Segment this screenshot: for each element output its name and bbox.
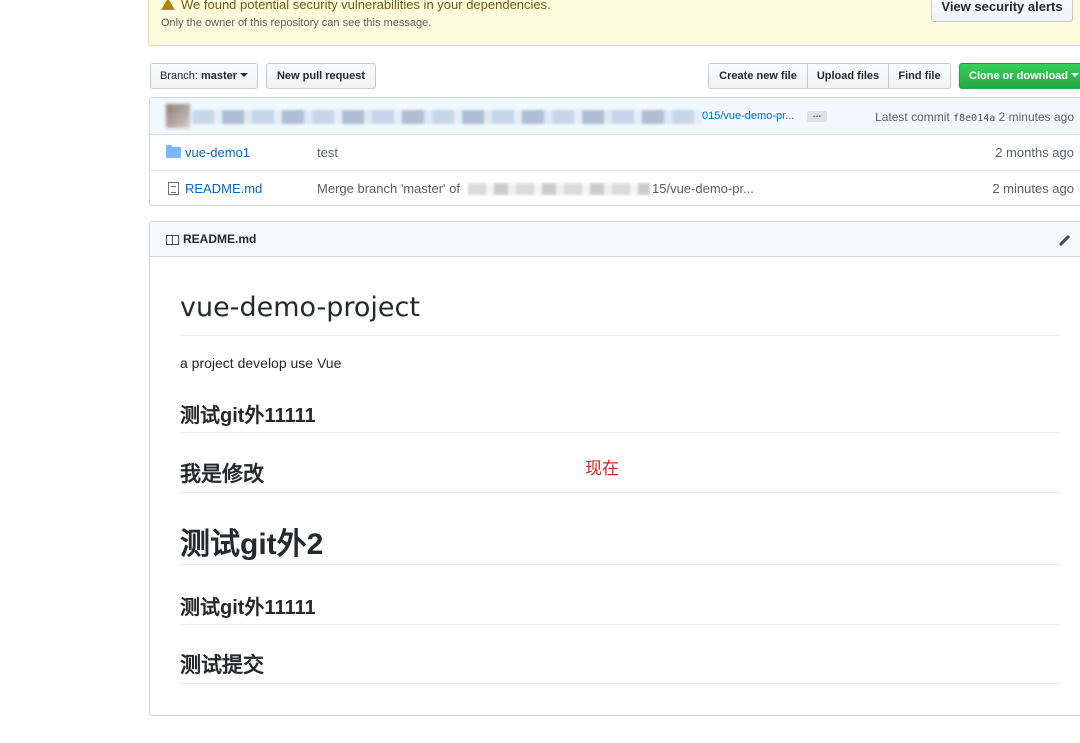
file-commit-message[interactable]: Merge branch 'master' of xyxy=(317,181,460,196)
commit-sha-link[interactable]: f8e014a xyxy=(953,113,995,124)
file-name-link[interactable]: README.md xyxy=(185,181,262,196)
readme-heading: 测试git外11111 xyxy=(180,399,1060,433)
find-file-button[interactable]: Find file xyxy=(888,63,951,89)
readme-title: README.md xyxy=(183,232,257,246)
branch-select-button[interactable]: Branch: master xyxy=(150,63,258,89)
new-pull-request-button[interactable]: New pull request xyxy=(266,63,376,89)
chevron-down-icon xyxy=(1071,73,1079,77)
readme-heading: 测试提交 xyxy=(180,649,1060,684)
commit-message-link[interactable]: 015/vue-demo-pr... xyxy=(702,110,794,122)
file-age: 2 months ago xyxy=(995,145,1074,160)
alert-subtitle: Only the owner of this repository can se… xyxy=(161,17,432,29)
latest-commit-info: Latest commit f8e014a 2 minutes ago xyxy=(875,110,1074,124)
clone-label: Clone or download xyxy=(969,70,1068,82)
redacted-commit-text xyxy=(468,183,650,195)
redacted-commit-text xyxy=(192,110,702,124)
table-row: README.md Merge branch 'master' of 15/vu… xyxy=(150,170,1080,205)
file-name-link[interactable]: vue-demo1 xyxy=(185,145,250,160)
create-new-file-button[interactable]: Create new file xyxy=(708,63,808,89)
file-icon xyxy=(168,182,179,195)
latest-commit-bar: 015/vue-demo-pr... … Latest commit f8e01… xyxy=(150,98,1080,135)
avatar[interactable] xyxy=(166,104,190,128)
readme-heading: 测试git外11111 xyxy=(180,591,1060,625)
alert-title-text: We found potential security vulnerabilit… xyxy=(181,0,551,12)
clone-or-download-button[interactable]: Clone or download xyxy=(959,63,1080,89)
security-alert-banner: We found potential security vulnerabilit… xyxy=(148,0,1080,46)
readme-heading: 测试git外2 xyxy=(180,519,1060,565)
pencil-icon[interactable] xyxy=(1058,234,1071,247)
readme-paragraph: a project develop use Vue xyxy=(180,355,342,371)
file-age: 2 minutes ago xyxy=(992,181,1074,196)
readme-h1: vue-demo-project xyxy=(180,292,1060,336)
view-security-alerts-button[interactable]: View security alerts xyxy=(931,0,1073,22)
branch-prefix: Branch: xyxy=(159,70,198,82)
book-icon xyxy=(166,235,179,245)
commit-age: 2 minutes ago xyxy=(998,110,1074,124)
alert-title: We found potential security vulnerabilit… xyxy=(161,0,551,12)
file-table: 015/vue-demo-pr... … Latest commit f8e01… xyxy=(149,97,1080,206)
branch-name: master xyxy=(200,70,238,82)
file-commit-message-suffix[interactable]: 15/vue-demo-pr... xyxy=(652,181,754,196)
readme-heading: 我是修改 xyxy=(180,458,1060,493)
red-annotation-text: 现在 xyxy=(585,459,619,478)
file-commit-message[interactable]: test xyxy=(317,145,338,160)
readme-header: README.md xyxy=(150,222,1080,257)
chevron-down-icon xyxy=(240,73,249,77)
upload-files-button[interactable]: Upload files xyxy=(807,63,889,89)
folder-icon xyxy=(166,145,181,158)
warning-icon xyxy=(161,0,175,10)
table-row: vue-demo1 test 2 months ago xyxy=(150,135,1080,170)
latest-commit-label: Latest commit xyxy=(875,110,950,124)
expand-commit-button[interactable]: … xyxy=(807,110,827,122)
